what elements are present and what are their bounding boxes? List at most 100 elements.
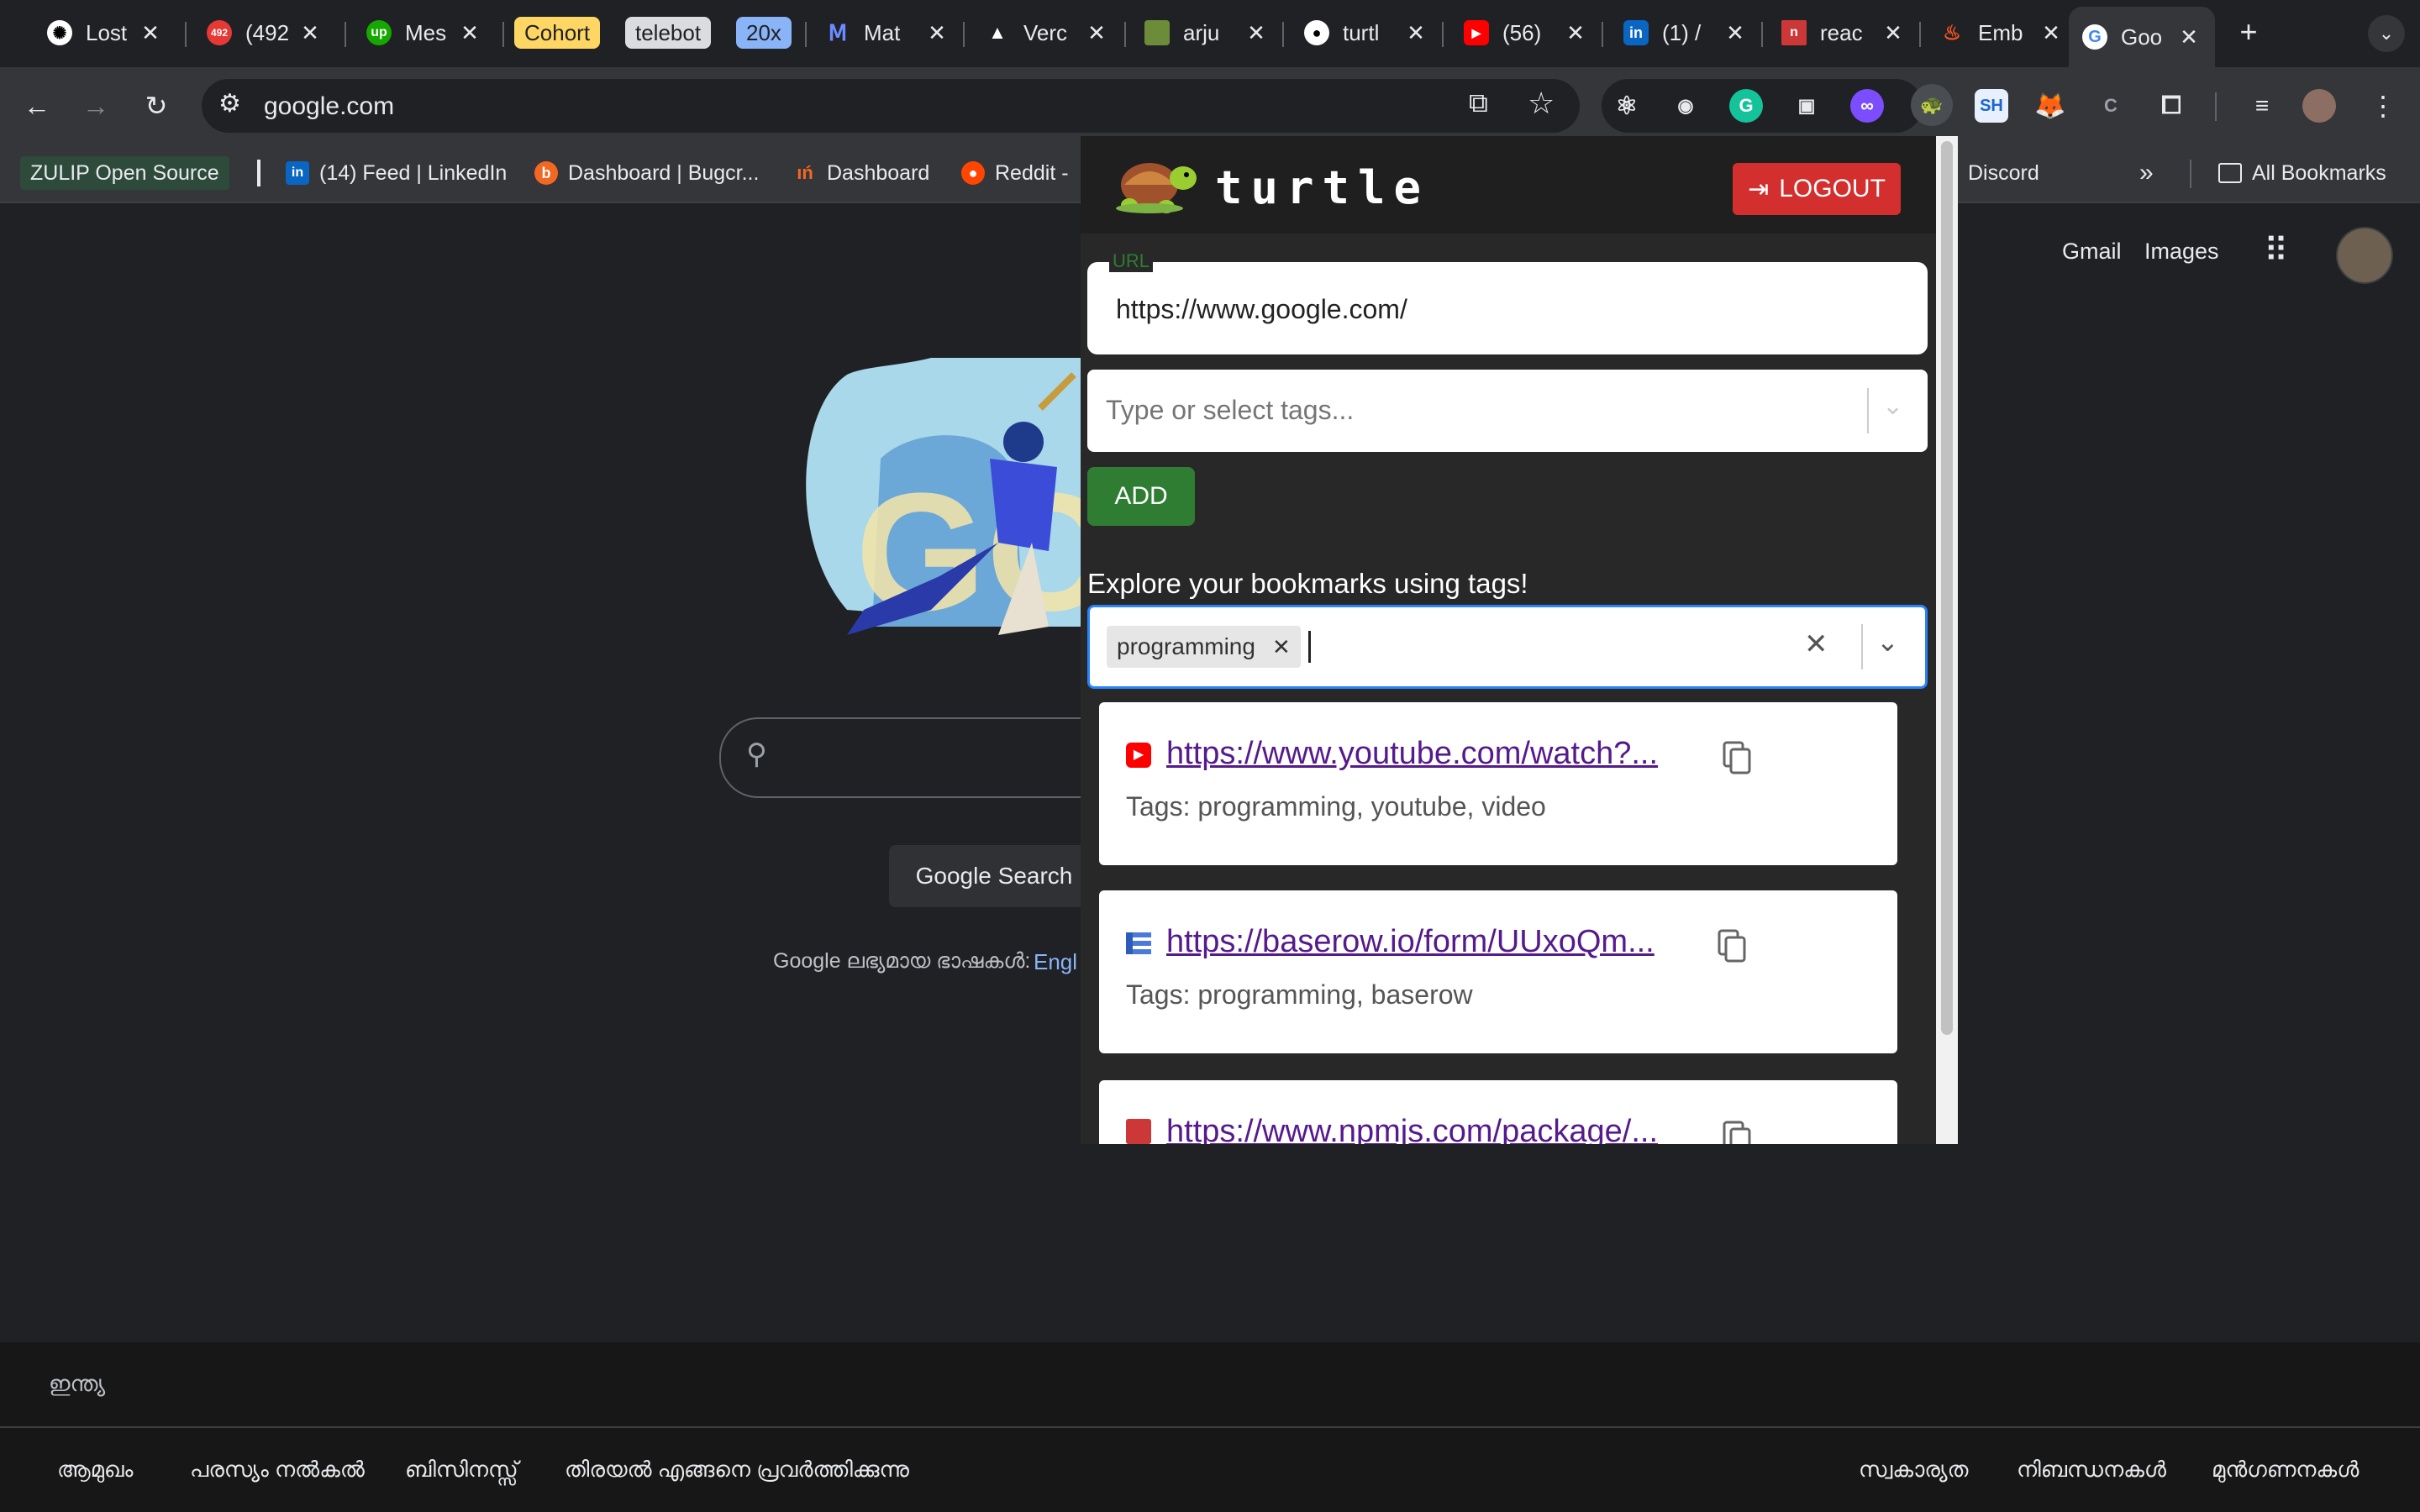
tab-search-icon[interactable]: ⌄ <box>2368 15 2405 52</box>
more-bookmarks-icon[interactable]: » <box>2139 156 2154 190</box>
tab-group-cohort[interactable]: Cohort <box>514 17 601 49</box>
glasses-icon[interactable]: ▣ <box>1790 89 1823 123</box>
menu-kebab-icon[interactable]: ⋮ <box>2365 87 2402 124</box>
images-link[interactable]: Images <box>2144 239 2219 265</box>
footer-link-terms[interactable]: നിബന്ധനകൾ <box>2017 1457 2166 1483</box>
tab-embed[interactable]: ♨ Emb ✕ <box>1926 8 2077 57</box>
copy-icon[interactable] <box>1723 741 1753 774</box>
tab-vercel[interactable]: ▲ Verc ✕ <box>971 8 1123 57</box>
chevron-down-icon[interactable]: ⌄ <box>1876 626 1899 658</box>
sh-icon[interactable]: SH <box>1975 89 2008 123</box>
address-bar[interactable]: ⚙ google.com ⧉ ☆ <box>202 79 1580 133</box>
react-devtools-icon[interactable]: ⚛ <box>1610 89 1644 123</box>
google-doodle[interactable]: GO <box>797 358 1117 646</box>
bookmark-linkedin[interactable]: in (14) Feed | LinkedIn <box>286 156 507 190</box>
forward-icon[interactable]: → <box>77 87 114 124</box>
tab-turtle-github[interactable]: ● turtl ✕ <box>1291 8 1442 57</box>
tab-google[interactable]: G Goo ✕ <box>2069 7 2215 67</box>
copy-icon[interactable] <box>1718 929 1748 963</box>
bookmark-link[interactable]: https://baserow.io/form/UUxoQm... <box>1166 924 1655 960</box>
material-icon: Ⅿ <box>828 19 848 45</box>
close-icon[interactable]: ✕ <box>1403 20 1428 46</box>
turtle-extension-icon[interactable]: 🐢 <box>1911 84 1953 126</box>
tab-messages[interactable]: up Mes ✕ <box>353 8 496 57</box>
tab-youtube[interactable]: ▶ (56) ✕ <box>1450 8 1602 57</box>
close-icon[interactable]: ✕ <box>1723 20 1748 46</box>
reddit-icon: ● <box>961 161 985 185</box>
extensions-puzzle-icon[interactable]: ⧠ <box>2154 89 2188 123</box>
star-icon[interactable]: ☆ <box>1528 86 1555 121</box>
apps-grid-icon[interactable]: ⠿ <box>2264 232 2288 270</box>
bookmark-zulip[interactable]: ZULIP Open Source <box>20 156 229 190</box>
close-icon[interactable]: ✕ <box>138 20 163 46</box>
tag-chip-label: programming <box>1117 633 1255 659</box>
close-icon[interactable]: ✕ <box>1084 20 1109 46</box>
popup-scrollbar[interactable] <box>1936 136 1958 1144</box>
url-field[interactable]: https://www.google.com/ <box>1087 262 1928 354</box>
media-control-icon[interactable]: ≡ <box>2245 89 2279 123</box>
chevron-down-icon[interactable]: ⌄ <box>1882 391 1903 421</box>
metamask-icon[interactable]: 🦊 <box>2033 89 2067 123</box>
bookmark-discord[interactable]: Discord <box>1968 156 2039 190</box>
profile-avatar[interactable] <box>2302 89 2336 123</box>
translate-icon[interactable]: ⧉ <box>1469 87 1488 119</box>
tab-lost[interactable]: ✺ Lost ✕ <box>34 8 176 57</box>
footer-link-about[interactable]: ആമുഖം <box>57 1457 133 1483</box>
close-icon[interactable]: ✕ <box>2039 20 2064 46</box>
all-bookmarks[interactable]: All Bookmarks <box>2218 156 2386 190</box>
copy-icon[interactable] <box>1723 1121 1753 1144</box>
google-search-box[interactable]: ⚲ <box>719 717 1141 798</box>
footer-link-advertising[interactable]: പരസ്യം നൽകൽ <box>190 1457 365 1483</box>
footer-link-settings[interactable]: മുൻഗണനകൾ <box>2212 1457 2359 1483</box>
tab-material[interactable]: Ⅿ Mat ✕ <box>812 8 963 57</box>
footer-link-privacy[interactable]: സ്വകാര്യത <box>1859 1457 1968 1483</box>
footer-link-business[interactable]: ബിസിനസ്സ് <box>405 1457 518 1483</box>
infinity-icon[interactable]: ∞ <box>1850 89 1884 123</box>
tab-react-npm[interactable]: n reac ✕ <box>1768 8 1919 57</box>
c-extension-icon[interactable]: C <box>2094 89 2128 123</box>
reload-icon[interactable]: ↻ <box>138 87 175 124</box>
close-icon[interactable]: ✕ <box>1563 20 1588 46</box>
tab-title: arju <box>1183 19 1220 45</box>
bookmark-link[interactable]: https://www.youtube.com/watch?... <box>1166 736 1658 772</box>
close-icon[interactable]: ✕ <box>297 20 323 46</box>
spy-icon[interactable]: ◉ <box>1669 89 1702 123</box>
google-search-button[interactable]: Google Search <box>889 845 1099 907</box>
bookmark-label: (14) Feed | LinkedIn <box>319 160 508 185</box>
remove-tag-icon[interactable]: ✕ <box>1272 634 1291 660</box>
grammarly-icon[interactable]: G <box>1729 89 1763 123</box>
account-avatar[interactable] <box>2336 227 2393 284</box>
url-label: URL <box>1109 250 1154 272</box>
add-button[interactable]: ADD <box>1087 467 1195 526</box>
bookmark-reddit[interactable]: ● Reddit - <box>961 156 1069 190</box>
bookmark-bugcrowd[interactable]: b Dashboard | Bugcr... <box>534 156 759 190</box>
bookmark-dashboard[interactable]: ıń Dashboard <box>793 156 929 190</box>
google-icon: G <box>2082 24 2107 50</box>
scrollbar-thumb[interactable] <box>1941 141 1953 1035</box>
url-value[interactable]: https://www.google.com/ <box>1116 294 1407 325</box>
back-icon[interactable]: ← <box>18 87 55 124</box>
gmail-link[interactable]: Gmail <box>2062 239 2122 265</box>
tag-filter-select[interactable]: programming ✕ ✕ ⌄ <box>1087 605 1928 689</box>
close-icon[interactable]: ✕ <box>1881 20 1906 46</box>
tab-group-telebot[interactable]: telebot <box>625 17 712 49</box>
logout-button[interactable]: ⇥ LOGOUT <box>1733 163 1901 215</box>
tab-arjun[interactable]: arju ✕ <box>1131 8 1282 57</box>
bookmark-tags: Tags: programming, baserow <box>1126 979 1473 1010</box>
footer-link-how-search-works[interactable]: തിരയൽ എങ്ങനെ പ്രവർത്തിക്കുന്നു <box>565 1457 909 1483</box>
tab-linkedin[interactable]: in (1) / ✕ <box>1610 8 1761 57</box>
close-icon[interactable]: ✕ <box>457 20 482 46</box>
new-tab-icon[interactable]: + <box>2230 13 2267 50</box>
tab-group-20x[interactable]: 20x <box>736 17 792 49</box>
bookmark-card: ▶ https://www.youtube.com/watch?... Tags… <box>1099 702 1897 865</box>
clear-icon[interactable]: ✕ <box>1804 627 1828 661</box>
close-icon[interactable]: ✕ <box>1244 20 1269 46</box>
tab-492[interactable]: 492 (492 ✕ <box>193 8 336 57</box>
address-text[interactable]: google.com <box>264 92 394 121</box>
tags-select[interactable]: Type or select tags... ⌄ <box>1087 370 1928 452</box>
site-info-icon[interactable]: ⚙ <box>218 89 241 118</box>
language-link[interactable]: Engl <box>1034 949 1077 975</box>
close-icon[interactable]: ✕ <box>2176 24 2202 50</box>
close-icon[interactable]: ✕ <box>924 20 950 46</box>
bookmark-link[interactable]: https://www.npmjs.com/package/... <box>1166 1114 1658 1144</box>
